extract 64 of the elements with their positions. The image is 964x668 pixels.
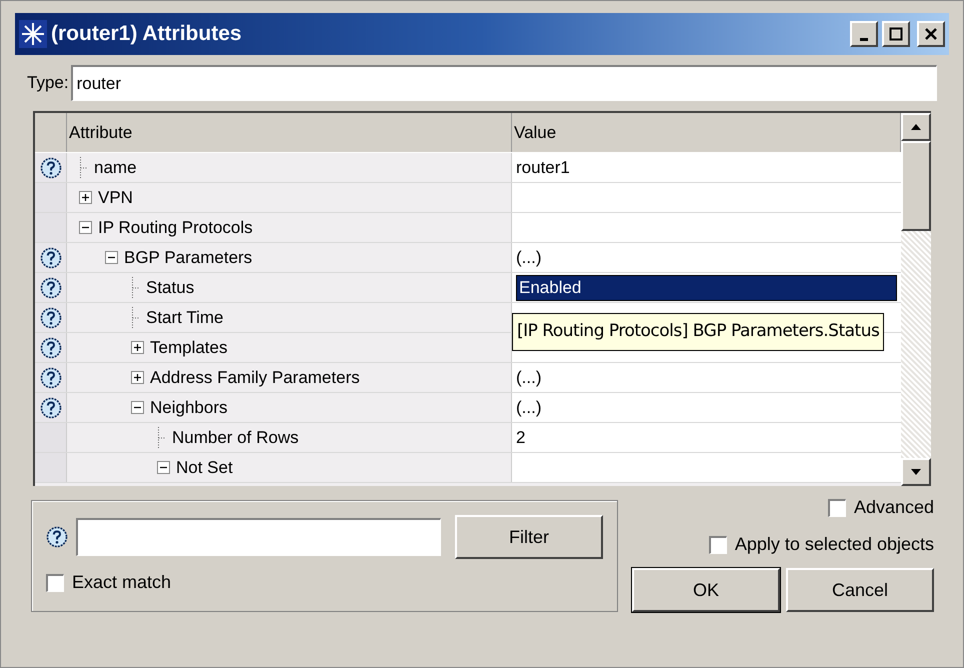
maximize-button[interactable] [882,21,910,47]
filter-field[interactable] [76,518,441,556]
collapse-icon[interactable] [157,461,170,474]
value-cell[interactable]: router1 [512,153,901,182]
column-header[interactable]: Attribute [67,113,512,152]
collapse-icon[interactable] [131,401,144,414]
checkbox[interactable] [708,536,727,554]
value-cell[interactable] [512,453,901,482]
help-icon[interactable] [40,276,62,298]
scrollbar[interactable] [901,113,931,486]
attribute-name: Status [146,276,194,299]
minimize-icon [860,38,868,40]
expand-icon[interactable] [131,371,144,384]
collapse-icon[interactable] [105,251,118,264]
attribute-name: Not Set [176,456,233,479]
window-title: (router1) Attributes [51,21,242,48]
value-cell[interactable]: 2 [512,423,901,452]
help-icon[interactable] [40,246,62,268]
value-cell[interactable] [512,213,901,242]
maximize-icon [889,27,903,41]
attribute-name: Start Time [146,306,224,329]
attribute-name: Number of Rows [172,426,299,449]
scroll-up-icon[interactable] [910,123,922,131]
checkbox[interactable] [46,574,64,592]
tree-line-icon [157,426,166,448]
attribute-name: VPN [98,186,133,209]
attribute-name: BGP Parameters [124,246,252,269]
filter-button[interactable]: Filter [455,515,603,559]
cancel-button[interactable]: Cancel [786,568,934,612]
scroll-thumb[interactable] [901,141,931,231]
type-field[interactable]: router [70,65,937,101]
ok-button[interactable]: OK [632,568,780,612]
scroll-down-icon[interactable] [910,468,922,476]
help-icon[interactable] [40,366,62,388]
value-cell[interactable]: (...) [512,363,901,392]
checkbox-label[interactable]: Apply to selected objects [734,531,934,558]
help-icon[interactable] [40,156,62,178]
attribute-name: Address Family Parameters [150,366,360,389]
checkbox-label[interactable]: Exact match [72,569,172,596]
tree-line-icon [79,156,88,178]
help-icon[interactable] [40,336,62,358]
attribute-name: name [94,156,137,179]
help-icon[interactable] [40,306,62,328]
help-icon[interactable] [46,526,68,548]
minimize-button[interactable] [850,21,878,47]
collapse-icon[interactable] [79,221,92,234]
tooltip: [IP Routing Protocols] BGP Parameters.Status [512,313,884,350]
value-cell[interactable]: (...) [512,243,901,272]
tree-line-icon [131,276,140,298]
star-burst-icon [19,20,47,48]
close-icon [924,27,938,41]
help-icon[interactable] [40,396,62,418]
attribute-name: Neighbors [150,396,228,419]
tree-line-icon [131,306,140,328]
expand-icon[interactable] [79,191,92,204]
expand-icon[interactable] [131,341,144,354]
value-cell[interactable]: (...) [512,393,901,422]
checkbox[interactable] [828,498,846,516]
attribute-name: IP Routing Protocols [98,216,253,239]
type-label: Type: [27,72,69,94]
checkbox-label[interactable]: Advanced [854,494,934,521]
value-cell[interactable] [512,183,901,212]
close-button[interactable] [917,21,945,47]
attribute-name: Templates [150,336,228,359]
